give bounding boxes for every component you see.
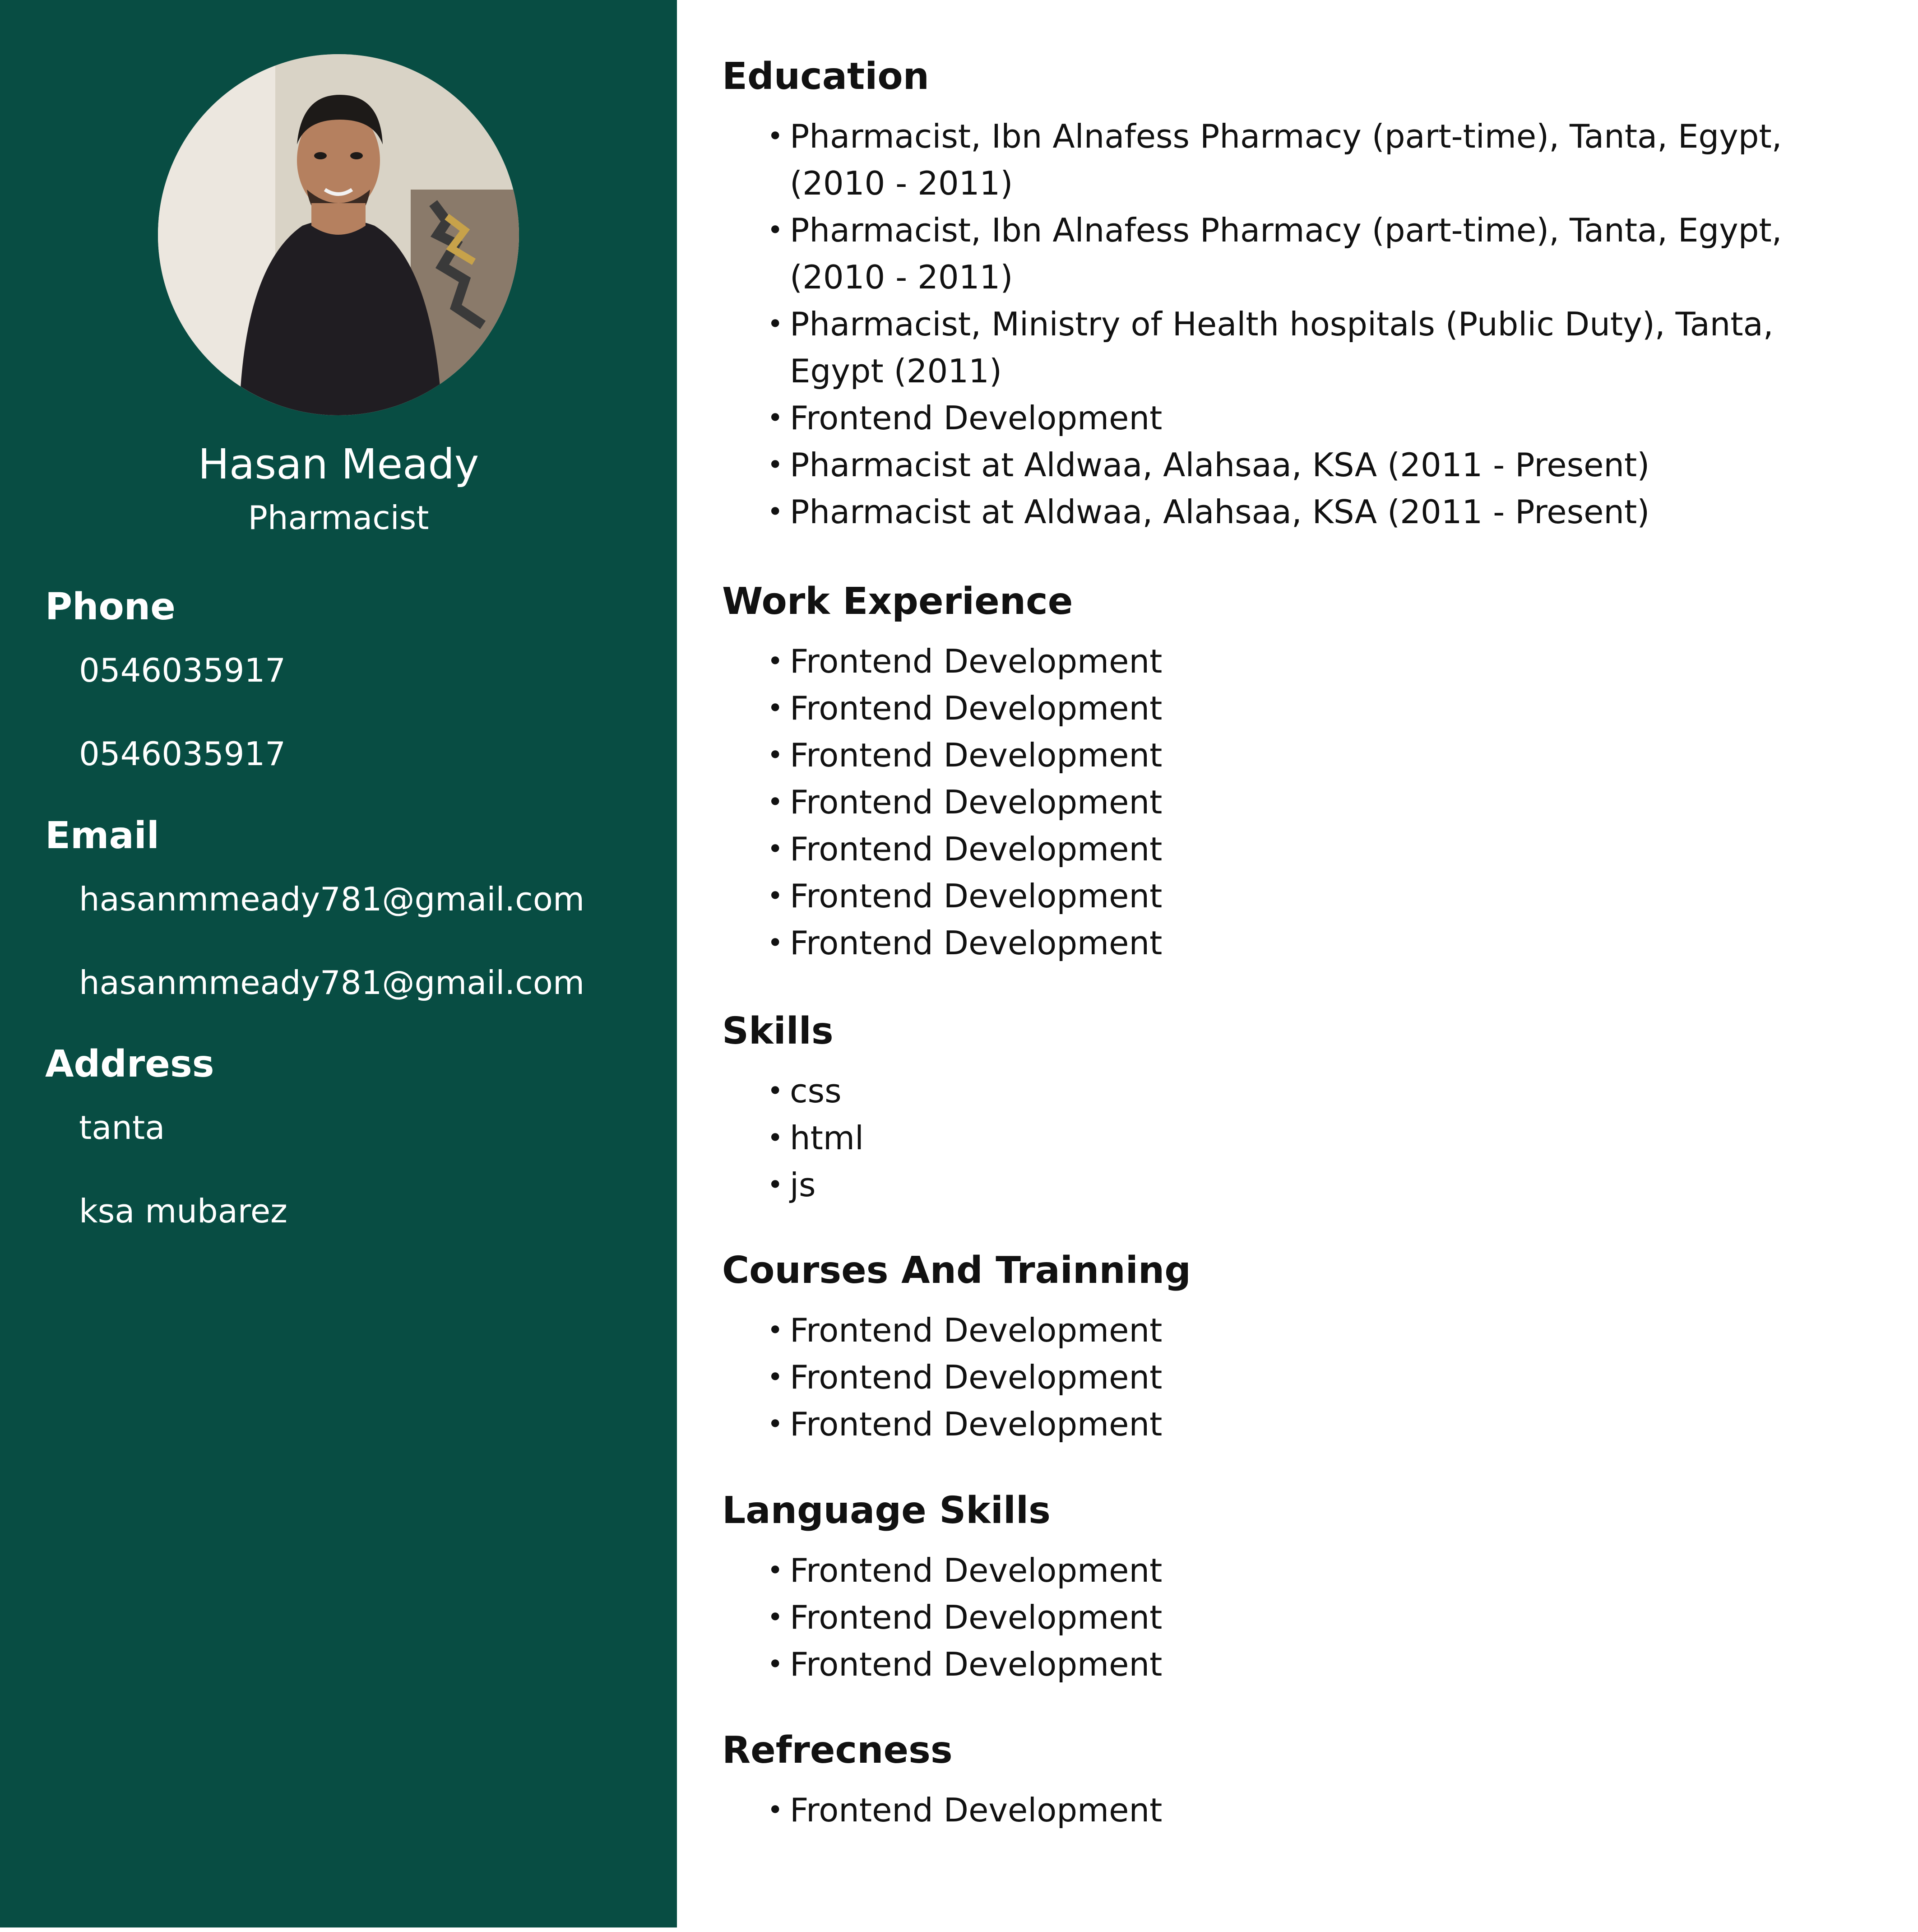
courses-list: Frontend Development Frontend Developmen… [722, 1307, 1877, 1448]
list-item: js [767, 1161, 1877, 1208]
section-heading: Language Skills [722, 1489, 1051, 1532]
phone-heading: Phone [45, 585, 176, 628]
resume-page: Hasan Meady Pharmacist Phone 0546035917 … [0, 0, 1918, 1932]
profile-photo-icon [158, 54, 519, 415]
profile-name: Hasan Meady [198, 440, 479, 488]
section-heading: Work Experience [722, 580, 1073, 623]
education-section: Education Pharmacist, Ibn Alnafess Pharm… [722, 54, 1877, 535]
list-item: Frontend Development [767, 1307, 1877, 1354]
references-list: Frontend Development [722, 1787, 1877, 1834]
phone-section: Phone 0546035917 0546035917 [45, 585, 286, 774]
list-item: Frontend Development [767, 395, 1877, 441]
list-item: Pharmacist at Aldwaa, Alahsaa, KSA (2011… [767, 488, 1877, 535]
phone-item[interactable]: 0546035917 [79, 734, 286, 774]
list-item: css [767, 1068, 1877, 1115]
email-heading: Email [45, 814, 160, 857]
section-heading: Education [722, 55, 930, 98]
list-item: Frontend Development [767, 1354, 1877, 1401]
language-skills-section: Language Skills Frontend Development Fro… [722, 1488, 1877, 1688]
list-item: Frontend Development [767, 920, 1877, 966]
list-item: Frontend Development [767, 1787, 1877, 1834]
skills-list: css html js [722, 1068, 1877, 1208]
sidebar: Hasan Meady Pharmacist Phone 0546035917 … [0, 0, 677, 1927]
references-section: Refrecness Frontend Development [722, 1728, 1877, 1834]
list-item: Pharmacist at Aldwaa, Alahsaa, KSA (2011… [767, 441, 1877, 488]
profile-title: Pharmacist [248, 499, 429, 537]
skills-section: Skills css html js [722, 1009, 1877, 1208]
work-experience-section: Work Experience Frontend Development Fro… [722, 579, 1877, 966]
address-section: Address tanta ksa mubarez [45, 1042, 287, 1231]
address-item: tanta [79, 1109, 165, 1147]
address-heading: Address [45, 1043, 214, 1086]
email-item[interactable]: hasanmmeady781@gmail.com [79, 879, 584, 920]
list-item: Frontend Development [767, 1641, 1877, 1688]
work-list: Frontend Development Frontend Developmen… [722, 638, 1877, 966]
languages-list: Frontend Development Frontend Developmen… [722, 1547, 1877, 1688]
avatar [158, 54, 519, 415]
main-content: Education Pharmacist, Ibn Alnafess Pharm… [677, 0, 1918, 1932]
list-item: Frontend Development [767, 732, 1877, 779]
address-item: ksa mubarez [79, 1192, 287, 1230]
email-section: Email hasanmmeady781@gmail.com hasanmmea… [45, 813, 584, 1003]
list-item: Frontend Development [767, 638, 1877, 685]
section-heading: Refrecness [722, 1729, 953, 1772]
list-item: Frontend Development [767, 1401, 1877, 1448]
list-item: html [767, 1115, 1877, 1161]
section-heading: Skills [722, 1010, 834, 1053]
list-item: Pharmacist, Ibn Alnafess Pharmacy (part-… [767, 113, 1877, 207]
list-item: Frontend Development [767, 1594, 1877, 1641]
section-heading: Courses And Trainning [722, 1249, 1191, 1292]
list-item: Frontend Development [767, 1547, 1877, 1594]
education-list: Pharmacist, Ibn Alnafess Pharmacy (part-… [722, 113, 1877, 535]
list-item: Frontend Development [767, 873, 1877, 920]
list-item: Frontend Development [767, 685, 1877, 732]
list-item: Frontend Development [767, 779, 1877, 826]
list-item: Frontend Development [767, 826, 1877, 873]
phone-item[interactable]: 0546035917 [79, 650, 286, 691]
courses-section: Courses And Trainning Frontend Developme… [722, 1248, 1877, 1448]
email-item[interactable]: hasanmmeady781@gmail.com [79, 962, 584, 1003]
list-item: Pharmacist, Ministry of Health hospitals… [767, 301, 1877, 395]
list-item: Pharmacist, Ibn Alnafess Pharmacy (part-… [767, 207, 1877, 301]
